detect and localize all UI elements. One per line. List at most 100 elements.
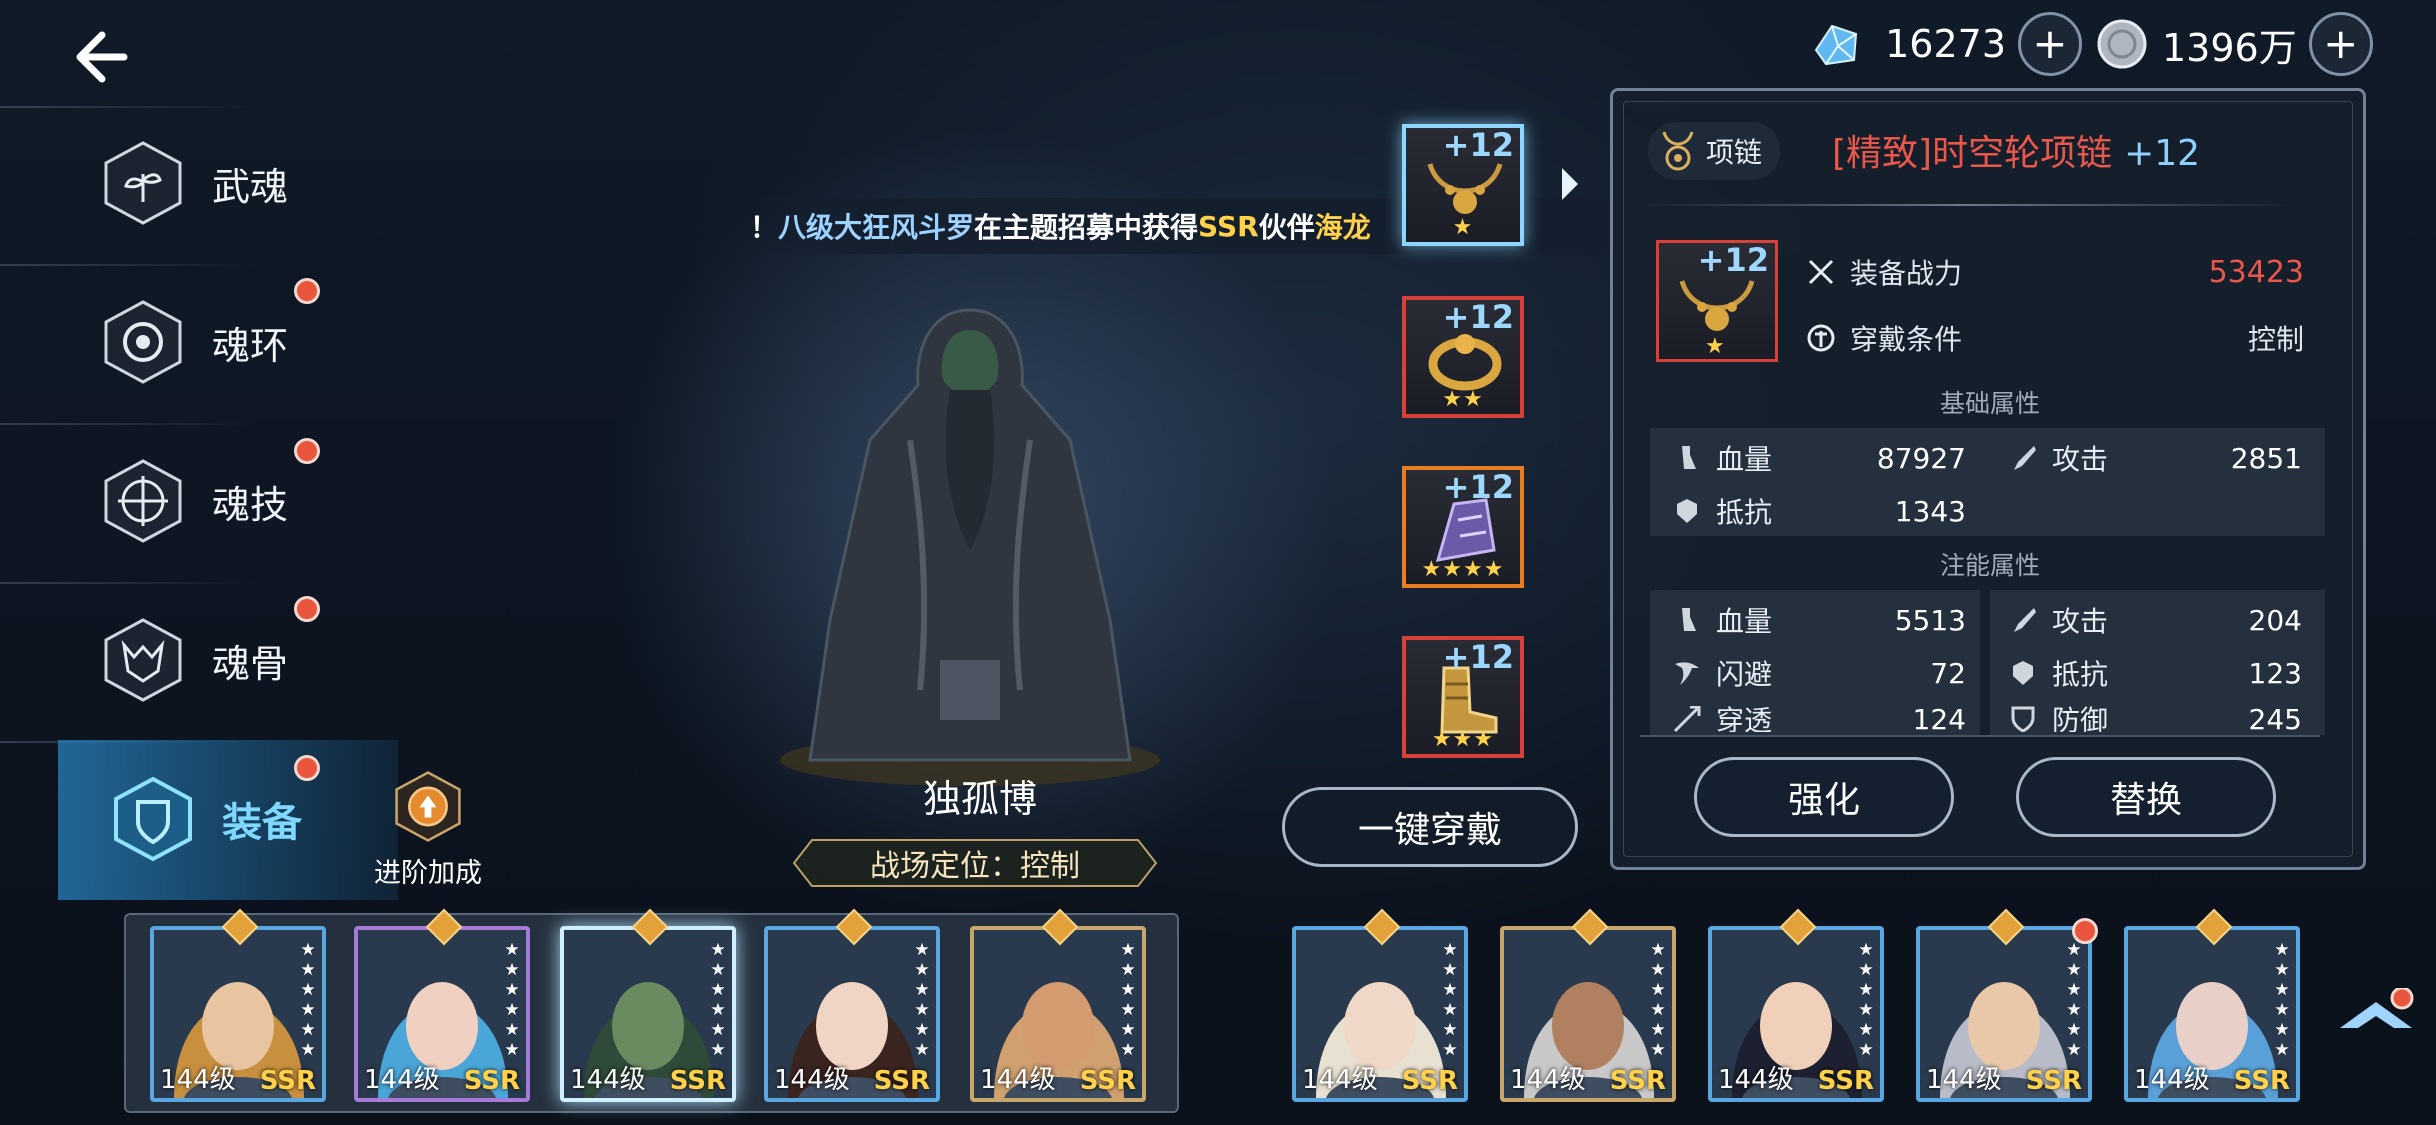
partner-stars: ★ ★ ★ ★ ★ ★ bbox=[1440, 940, 1460, 1060]
star-icon: ★ bbox=[1858, 980, 1874, 1000]
star-icon: ★ bbox=[914, 1020, 930, 1040]
menu-item-soul-bone[interactable]: 魂骨 bbox=[100, 605, 380, 715]
partner-stars: ★ ★ ★ ★ ★ ★ bbox=[502, 940, 522, 1060]
star-icon: ★ bbox=[2274, 1040, 2290, 1060]
menu-item-soul-skill[interactable]: 魂技 bbox=[100, 446, 380, 556]
broadcast-text: 伙伴 bbox=[1258, 211, 1315, 244]
menu-label-wuhun: 武魂 bbox=[212, 164, 289, 209]
partner-rarity: SSR bbox=[1817, 1066, 1874, 1096]
slot-stars: ★★ bbox=[1442, 387, 1484, 412]
equip-slot-boots[interactable]: +12 ★★★ bbox=[1402, 636, 1524, 758]
equip-slot-necklace[interactable]: +12 ★ bbox=[1402, 124, 1524, 246]
partner-card[interactable]: ★ ★ ★ ★ ★ ★ 144级 SSR bbox=[764, 926, 940, 1102]
star-icon: ★ bbox=[2066, 980, 2082, 1000]
partner-level: 144级 bbox=[1926, 1065, 2002, 1095]
star-icon: ★ bbox=[1650, 1020, 1666, 1040]
star-icon: ★ bbox=[1858, 1040, 1874, 1060]
star-icon: ★ bbox=[914, 960, 930, 980]
stat-label: 攻击 bbox=[2052, 605, 2109, 638]
coin-currency: 1396万 + bbox=[2094, 12, 2373, 76]
stat-value: 245 bbox=[2248, 706, 2302, 732]
panel-divider bbox=[1640, 735, 2320, 737]
slot-enhance-level: +12 bbox=[1442, 638, 1514, 676]
blood-icon bbox=[1670, 441, 1704, 475]
partner-rarity: SSR bbox=[2025, 1066, 2082, 1096]
one-key-equip-button[interactable]: 一键穿戴 bbox=[1282, 787, 1578, 867]
replace-button[interactable]: 替换 bbox=[2016, 757, 2276, 837]
star-icon: ★ bbox=[2066, 1020, 2082, 1040]
base-stat-resist: 抵抗 1343 bbox=[1670, 491, 1966, 531]
equipment-thumbnail: +12 ★ bbox=[1656, 240, 1778, 362]
star-icon: ★ bbox=[1858, 1000, 1874, 1020]
star-icon: ★ bbox=[300, 1020, 316, 1040]
necklace-type-icon bbox=[1662, 131, 1694, 171]
star-icon: ★ bbox=[504, 940, 520, 960]
slot-enhance-level: +12 bbox=[1442, 298, 1514, 336]
partner-card[interactable]: ★ ★ ★ ★ ★ ★ 144级 SSR bbox=[1292, 926, 1468, 1102]
partner-card[interactable]: ★ ★ ★ ★ ★ ★ 144级 SSR bbox=[1916, 926, 2092, 1102]
stat-value: 204 bbox=[2248, 603, 2302, 637]
advance-bonus-label: 进阶加成 bbox=[374, 858, 482, 889]
partner-stars: ★ ★ ★ ★ ★ ★ bbox=[2064, 940, 2084, 1060]
star-icon: ★ bbox=[300, 940, 316, 960]
star-icon: ★ bbox=[504, 1040, 520, 1060]
notification-badge bbox=[294, 596, 320, 622]
menu-label-soul-skill: 魂技 bbox=[212, 482, 289, 527]
base-stat-blood: 血量 87927 bbox=[1670, 438, 1966, 478]
power-row: 装备战力 53423 bbox=[1804, 252, 2304, 292]
add-diamond-button[interactable]: + bbox=[2018, 12, 2082, 76]
equip-slot-ring[interactable]: +12 ★★ bbox=[1402, 296, 1524, 418]
panel-divider bbox=[1640, 204, 2290, 206]
advance-up-icon bbox=[395, 771, 461, 842]
add-coin-button[interactable]: + bbox=[2308, 12, 2373, 76]
base-stat-attack: 攻击 2851 bbox=[2006, 438, 2302, 478]
partner-card[interactable]: ★ ★ ★ ★ ★ ★ 144级 SSR bbox=[1708, 926, 1884, 1102]
star-icon: ★ bbox=[1442, 980, 1458, 1000]
defense-icon bbox=[2006, 706, 2040, 732]
stat-value: 2851 bbox=[2230, 441, 2302, 475]
notification-badge bbox=[294, 278, 320, 304]
star-icon: ★ bbox=[1442, 1020, 1458, 1040]
star-icon: ★ bbox=[1650, 1040, 1666, 1060]
partner-card[interactable]: ★ ★ ★ ★ ★ ★ 144级 SSR bbox=[1500, 926, 1676, 1102]
partner-card[interactable]: ★ ★ ★ ★ ★ ★ 144级 SSR bbox=[560, 926, 736, 1102]
resist-icon bbox=[1670, 494, 1704, 528]
stat-label: 血量 bbox=[1716, 605, 1773, 638]
equipment-icon bbox=[110, 776, 196, 862]
menu-item-wuhun[interactable]: 武魂 bbox=[100, 128, 380, 238]
menu-divider bbox=[0, 106, 260, 108]
back-button[interactable] bbox=[60, 22, 140, 92]
partner-card[interactable]: ★ ★ ★ ★ ★ ★ 144级 SSR bbox=[150, 926, 326, 1102]
broadcast-player: 八级大狂风斗罗 bbox=[778, 211, 975, 244]
inject-stat-defense: 防御 245 bbox=[2006, 706, 2302, 732]
advance-bonus-button[interactable]: 进阶加成 bbox=[368, 770, 488, 890]
battle-role-text: 战场定位：控制 bbox=[870, 849, 1080, 884]
partner-level: 144级 bbox=[364, 1065, 440, 1095]
collapse-roster-button[interactable] bbox=[2336, 988, 2416, 1038]
menu-item-soul-ring[interactable]: 魂环 bbox=[100, 287, 380, 397]
star-icon: ★ bbox=[1120, 1040, 1136, 1060]
partner-rarity: SSR bbox=[2233, 1066, 2290, 1096]
star-icon: ★ bbox=[1120, 1000, 1136, 1020]
star-icon: ★ bbox=[1858, 960, 1874, 980]
partner-card[interactable]: ★ ★ ★ ★ ★ ★ 144级 SSR bbox=[354, 926, 530, 1102]
star-icon: ★ bbox=[1120, 940, 1136, 960]
star-icon: ★ bbox=[710, 980, 726, 1000]
enhance-button[interactable]: 强化 bbox=[1694, 757, 1954, 837]
menu-item-equipment[interactable]: 装备 bbox=[110, 764, 390, 874]
star-icon: ★ bbox=[2066, 960, 2082, 980]
partner-level: 144级 bbox=[160, 1065, 236, 1095]
equip-slot-bracer[interactable]: +12 ★★★★ bbox=[1402, 466, 1524, 588]
partner-card[interactable]: ★ ★ ★ ★ ★ ★ 144级 SSR bbox=[2124, 926, 2300, 1102]
partner-stars: ★ ★ ★ ★ ★ ★ bbox=[298, 940, 318, 1060]
condition-label: 穿戴条件 bbox=[1850, 323, 1963, 356]
requirement-icon bbox=[1804, 321, 1838, 355]
condition-row: 穿戴条件 控制 bbox=[1804, 318, 2304, 358]
partner-card[interactable]: ★ ★ ★ ★ ★ ★ 144级 SSR bbox=[970, 926, 1146, 1102]
base-attributes-title: 基础属性 bbox=[1939, 389, 2040, 418]
stat-label: 抵抗 bbox=[2052, 658, 2109, 691]
blood-icon bbox=[1670, 603, 1704, 637]
star-icon: ★ bbox=[1650, 980, 1666, 1000]
stat-label: 穿透 bbox=[1716, 706, 1773, 732]
back-arrow-icon bbox=[76, 31, 128, 83]
